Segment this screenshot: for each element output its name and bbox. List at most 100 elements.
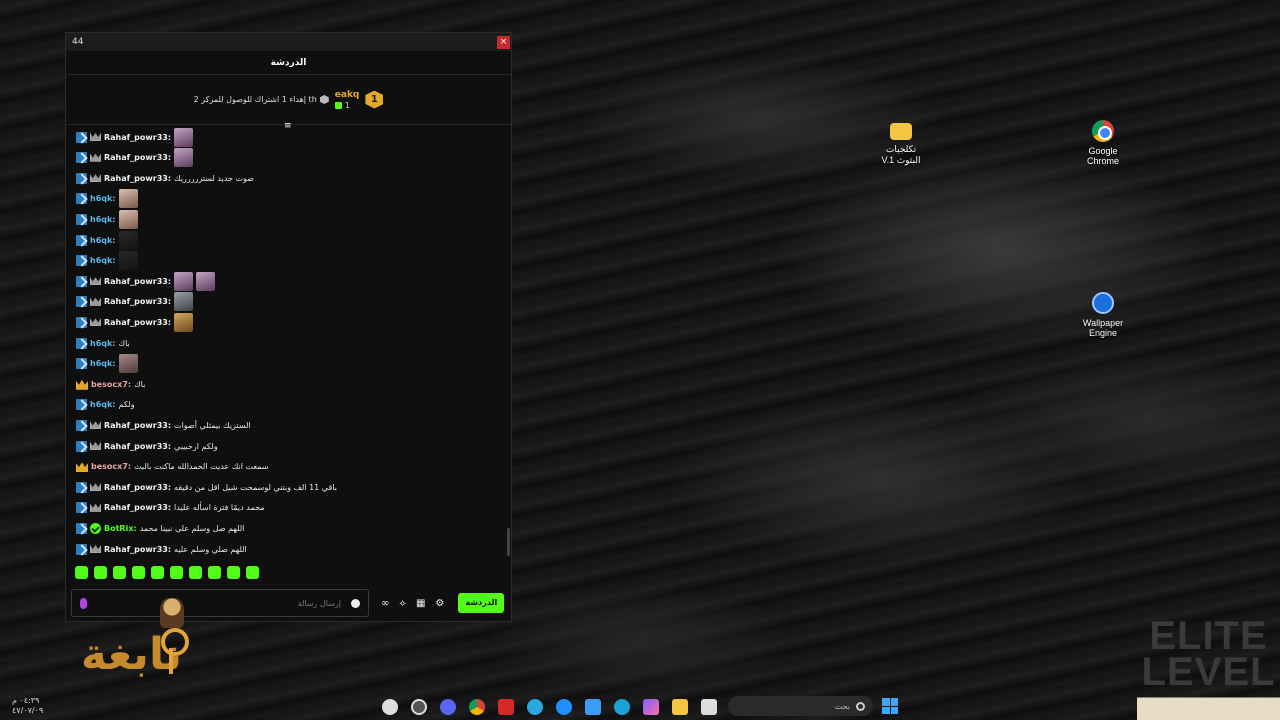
message-username[interactable]: Rahaf_powr33: <box>104 277 171 286</box>
message-username[interactable]: h6qk: <box>90 236 116 245</box>
chat-header: الدردشة <box>66 51 511 75</box>
emote-icon[interactable] <box>113 566 126 579</box>
chat-message[interactable]: h6qk: <box>76 251 138 271</box>
chat-message[interactable]: Rahaf_powr33: <box>76 312 194 332</box>
message-username[interactable]: Rahaf_powr33: <box>104 545 171 554</box>
emote-icon[interactable] <box>94 566 107 579</box>
help-app-icon[interactable] <box>527 699 543 715</box>
emote-image[interactable] <box>174 127 194 147</box>
message-username[interactable]: BotRix: <box>104 524 137 533</box>
send-chat-button[interactable]: الدردشة <box>458 593 505 613</box>
emote-icon[interactable] <box>170 566 183 579</box>
taskbar-search[interactable]: بحث <box>728 696 873 716</box>
emote-icon[interactable] <box>208 566 221 579</box>
message-username[interactable]: Rahaf_powr33: <box>104 318 171 327</box>
message-username[interactable]: Rahaf_powr33: <box>104 297 171 306</box>
chat-message[interactable]: Rahaf_powr33: باقي 11 الف وبتني لوسمحت شي… <box>76 477 337 497</box>
emote-icon[interactable] <box>75 566 88 579</box>
chat-messages[interactable]: Rahaf_powr33: Rahaf_powr33: Rahaf_powr33: ص… <box>66 127 511 557</box>
taskbar-clock[interactable]: ٠٤:٣٩ م ٤٧/٠٧/٠٩ <box>12 696 43 716</box>
store-icon[interactable]: ▦ <box>416 598 425 609</box>
emote-image[interactable] <box>174 271 194 291</box>
obs-app-icon[interactable] <box>411 699 427 715</box>
message-username[interactable]: h6qk: <box>90 215 116 224</box>
emote-image[interactable] <box>118 209 138 229</box>
chat-message[interactable]: besocx7: سمعت انك عديت الحمدالله ماكنت با… <box>76 457 269 477</box>
message-input[interactable]: إرسال رسالة <box>71 589 369 617</box>
emote-image[interactable] <box>196 271 216 291</box>
chat-message[interactable]: Rahaf_powr33: <box>76 127 194 147</box>
emote-image[interactable] <box>118 354 138 374</box>
close-button[interactable]: × <box>497 35 510 49</box>
message-username[interactable]: h6qk: <box>90 400 116 409</box>
chrome-app-icon[interactable] <box>469 699 485 715</box>
desktop-icon-chrome[interactable]: Google Chrome <box>1063 120 1143 166</box>
emote-image[interactable] <box>174 292 194 312</box>
emote-icon[interactable] <box>227 566 240 579</box>
emote-image[interactable] <box>174 312 194 332</box>
chat-message[interactable]: h6qk: <box>76 189 138 209</box>
message-username[interactable]: Rahaf_powr33: <box>104 503 171 512</box>
desktop-icon-wallpaper-engine[interactable]: Wallpaper Engine <box>1063 292 1143 338</box>
emote-icon[interactable] <box>132 566 145 579</box>
chat-message[interactable]: h6qk: ولكم <box>76 395 135 415</box>
hp-app-icon[interactable] <box>556 699 572 715</box>
mic-icon[interactable] <box>80 597 87 609</box>
copilot-app-icon[interactable] <box>643 699 659 715</box>
emote-image[interactable] <box>118 230 138 250</box>
start-button[interactable] <box>882 698 898 714</box>
message-username[interactable]: Rahaf_powr33: <box>104 421 171 430</box>
emote-image[interactable] <box>118 189 138 209</box>
message-username[interactable]: besocx7: <box>91 380 131 389</box>
emote-image[interactable] <box>174 148 194 168</box>
chat-message[interactable]: Rahaf_powr33: محمد ديمًا فترة اسأله عليدا <box>76 498 265 518</box>
chat-scrollbar[interactable] <box>507 528 510 556</box>
chat-message[interactable]: h6qk: <box>76 230 138 250</box>
crown-sm-badge-icon <box>90 174 101 183</box>
message-username[interactable]: Rahaf_powr33: <box>104 174 171 183</box>
message-username[interactable]: h6qk: <box>90 256 116 265</box>
message-username[interactable]: h6qk: <box>90 194 116 203</box>
notepad-app-icon[interactable] <box>701 699 717 715</box>
chat-message[interactable]: Rahaf_powr33: صوت جديد لستررررريك <box>76 168 254 188</box>
edge-app-icon[interactable] <box>614 699 630 715</box>
chat-message[interactable]: Rahaf_powr33: <box>76 148 194 168</box>
chat-message[interactable]: Rahaf_powr33: ولكم ارحبيبي <box>76 436 218 456</box>
settings-app-icon[interactable] <box>382 699 398 715</box>
crown-sm-badge-icon <box>90 483 101 492</box>
emote-icon[interactable] <box>151 566 164 579</box>
emote-image[interactable] <box>118 251 138 271</box>
discord-app-icon[interactable] <box>440 699 456 715</box>
kick-badge-icon <box>76 440 87 452</box>
message-username[interactable]: h6qk: <box>90 359 116 368</box>
mcafee-app-icon[interactable] <box>498 699 514 715</box>
chat-message[interactable]: besocx7: باك <box>76 374 145 394</box>
emoji-picker-icon[interactable] <box>351 598 360 608</box>
message-username[interactable]: Rahaf_powr33: <box>104 483 171 492</box>
chat-message[interactable]: Rahaf_powr33: <box>76 292 194 312</box>
message-username[interactable]: Rahaf_powr33: <box>104 153 171 162</box>
emote-icon[interactable] <box>246 566 259 579</box>
file-explorer-icon[interactable] <box>672 699 688 715</box>
gear-icon[interactable]: ⚙ <box>435 598 444 609</box>
desktop-icon-folder[interactable]: تكلجيات V.1 البثوث <box>861 120 941 166</box>
message-username[interactable]: Rahaf_powr33: <box>104 133 171 142</box>
chat-message[interactable]: Rahaf_powr33: اللهم صلي وسلم عليه <box>76 539 247 557</box>
chat-message[interactable]: Rahaf_powr33: <box>76 271 216 291</box>
message-username[interactable]: besocx7: <box>91 462 131 471</box>
pinned-gift-banner[interactable]: إهداء 1 اشتراك للوصول للمركز 2 th eakq 1… <box>66 75 511 131</box>
message-username[interactable]: h6qk: <box>90 339 116 348</box>
chat-message[interactable]: BotRix: اللهم صل وسلم على نبينا محمد <box>76 518 244 538</box>
window-titlebar[interactable]: 44 × <box>66 33 511 51</box>
emote-icon[interactable] <box>189 566 202 579</box>
store-app-icon[interactable] <box>585 699 601 715</box>
message-text: محمد ديمًا فترة اسأله عليدا <box>174 503 265 513</box>
users-icon[interactable]: ⟡ <box>399 598 406 609</box>
chat-input-row: إرسال رسالة ∞ ⟡ ▦ ⚙ الدردشة <box>71 589 506 617</box>
chat-message[interactable]: h6qk: <box>76 209 138 229</box>
chat-message[interactable]: h6qk: <box>76 354 138 374</box>
message-username[interactable]: Rahaf_powr33: <box>104 442 171 451</box>
infinity-icon[interactable]: ∞ <box>381 598 389 609</box>
chat-message[interactable]: h6qk: باك <box>76 333 130 353</box>
chat-message[interactable]: Rahaf_powr33: الستريك بيمثلي أصوات <box>76 415 251 435</box>
